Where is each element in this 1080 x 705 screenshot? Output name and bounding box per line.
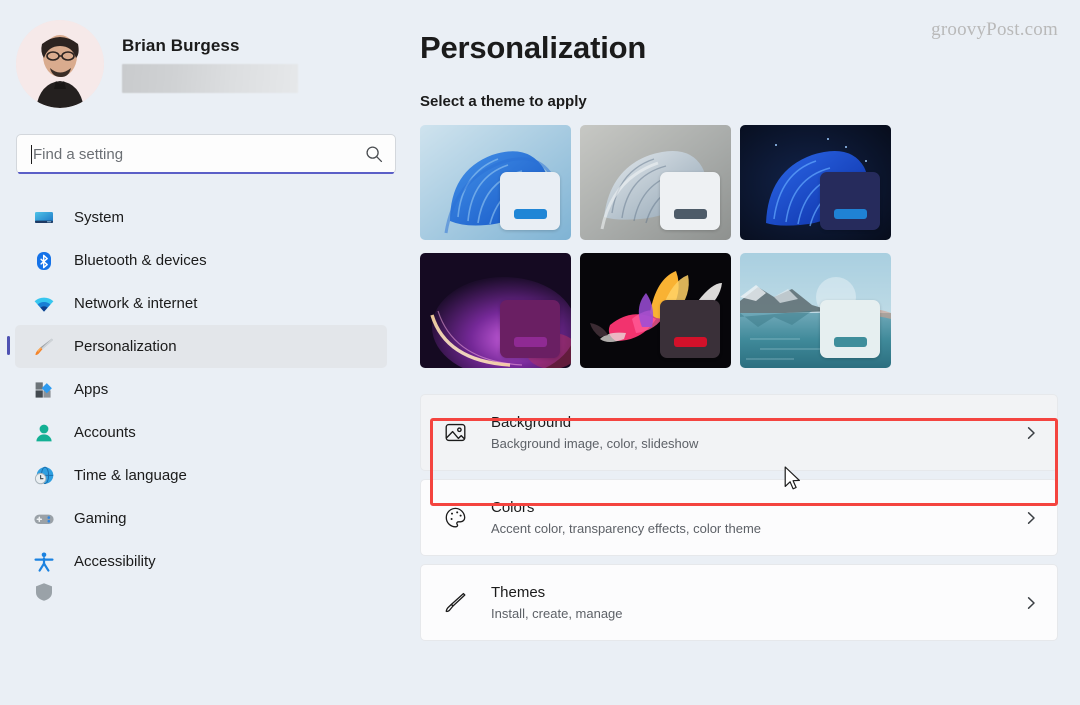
palette-icon (443, 505, 468, 530)
settings-window: Brian Burgess Find a setting System Blue… (0, 0, 1080, 705)
sidebar-item-privacy-security[interactable] (15, 583, 387, 601)
main-content: groovyPost.com Personalization Select a … (412, 0, 1080, 705)
theme-accent-bar (673, 209, 707, 219)
globe-clock-icon (33, 465, 55, 487)
theme-option[interactable] (580, 125, 731, 240)
sidebar-item-label: Time & language (74, 466, 187, 484)
sidebar-item-system[interactable]: System (15, 196, 387, 239)
settings-row-background[interactable]: Background Background image, color, slid… (420, 394, 1058, 471)
search-placeholder: Find a setting (33, 145, 124, 163)
theme-option[interactable] (740, 125, 891, 240)
theme-accent-bar (833, 337, 867, 347)
theme-option[interactable] (420, 125, 571, 240)
theme-window-preview (820, 300, 880, 358)
theme-accent-bar (833, 209, 867, 219)
theme-option[interactable] (740, 253, 891, 368)
theme-window-preview (820, 172, 880, 230)
gamepad-icon (33, 508, 55, 530)
settings-row-themes[interactable]: Themes Install, create, manage (420, 564, 1058, 641)
settings-row-title: Colors (491, 499, 535, 516)
user-profile[interactable]: Brian Burgess (0, 14, 412, 110)
chevron-right-icon[interactable] (1023, 425, 1039, 441)
settings-row-subtitle: Background image, color, slideshow (491, 436, 699, 451)
theme-accent-bar (513, 337, 547, 347)
settings-row-subtitle: Accent color, transparency effects, colo… (491, 521, 762, 536)
text-caret (31, 144, 32, 164)
settings-row-text: Themes Install, create, manage (491, 583, 1023, 622)
sidebar-item-label: Personalization (74, 337, 177, 355)
theme-window-preview (500, 172, 560, 230)
sidebar-item-network-internet[interactable]: Network & internet (15, 282, 387, 325)
theme-window-preview (500, 300, 560, 358)
settings-list: Background Background image, color, slid… (420, 394, 1058, 641)
settings-row-title: Themes (491, 584, 546, 601)
search-icon[interactable] (365, 145, 383, 163)
apps-icon (33, 379, 55, 401)
watermark: groovyPost.com (931, 19, 1058, 40)
search-input[interactable]: Find a setting (16, 134, 396, 174)
sidebar-item-label: Apps (74, 380, 109, 398)
wifi-icon (33, 293, 55, 315)
monitor-icon (33, 207, 55, 229)
brush-icon (443, 590, 468, 615)
theme-window-preview (660, 172, 720, 230)
chevron-right-icon[interactable] (1023, 510, 1039, 526)
theme-accent-bar (513, 209, 547, 219)
theme-gallery (420, 125, 1058, 368)
sidebar-item-apps[interactable]: Apps (15, 368, 387, 411)
accessibility-icon (33, 551, 55, 573)
bluetooth-icon (33, 250, 55, 272)
sidebar-item-label: Network & internet (74, 294, 198, 312)
profile-text: Brian Burgess (122, 36, 298, 93)
sidebar-item-label: System (74, 208, 125, 226)
profile-name: Brian Burgess (122, 35, 240, 55)
sidebar-item-label: Gaming (74, 509, 127, 527)
sidebar-item-gaming[interactable]: Gaming (15, 497, 387, 540)
theme-section-label: Select a theme to apply (420, 93, 587, 110)
settings-row-title: Background (491, 414, 572, 431)
person-icon (33, 422, 55, 444)
sidebar-item-label: Accessibility (74, 552, 156, 570)
sidebar-item-time-language[interactable]: Time & language (15, 454, 387, 497)
sidebar-item-accounts[interactable]: Accounts (15, 411, 387, 454)
sidebar-item-accessibility[interactable]: Accessibility (15, 540, 387, 583)
sidebar-nav: System Bluetooth & devices Network & int… (0, 196, 412, 601)
avatar[interactable] (16, 20, 104, 108)
sidebar-item-bluetooth-devices[interactable]: Bluetooth & devices (15, 239, 387, 282)
settings-row-subtitle: Install, create, manage (491, 606, 623, 621)
sidebar-item-label: Bluetooth & devices (74, 251, 207, 269)
profile-email-redacted (122, 63, 298, 93)
image-icon (443, 420, 468, 445)
settings-row-colors[interactable]: Colors Accent color, transparency effect… (420, 479, 1058, 556)
theme-option[interactable] (580, 253, 731, 368)
theme-window-preview (660, 300, 720, 358)
search-container: Find a setting (16, 134, 396, 174)
settings-row-text: Background Background image, color, slid… (491, 413, 1023, 452)
paintbrush-icon (33, 336, 55, 358)
shield-icon (33, 583, 55, 601)
theme-option[interactable] (420, 253, 571, 368)
theme-accent-bar (673, 337, 707, 347)
sidebar-item-label: Accounts (74, 423, 136, 441)
sidebar-item-personalization[interactable]: Personalization (7, 325, 387, 368)
chevron-right-icon[interactable] (1023, 595, 1039, 611)
settings-row-text: Colors Accent color, transparency effect… (491, 498, 1023, 537)
sidebar: Brian Burgess Find a setting System Blue… (0, 0, 412, 705)
